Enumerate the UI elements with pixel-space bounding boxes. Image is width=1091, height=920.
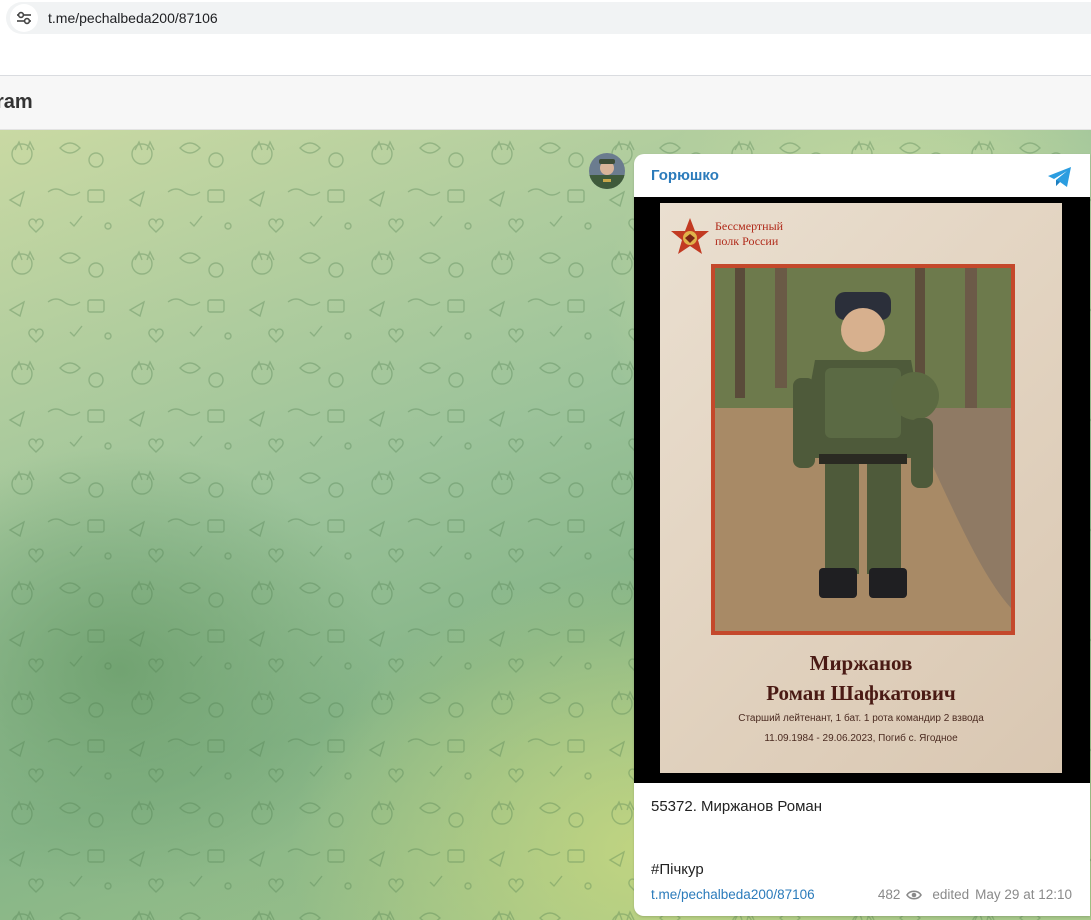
star-badge-icon bbox=[671, 218, 709, 254]
message-bubble: Горюшко Бессмертный полк России Миржанов… bbox=[634, 154, 1090, 916]
poster-surname: Миржанов bbox=[809, 651, 913, 675]
poster-org-name: Бессмертный полк России bbox=[715, 219, 783, 249]
post-hashtag[interactable]: #Пічкур bbox=[651, 861, 704, 878]
portrait-frame bbox=[711, 264, 1015, 635]
avatar-image bbox=[589, 153, 625, 189]
post-permalink[interactable]: t.me/pechalbeda200/87106 bbox=[651, 887, 815, 902]
post-meta: 482 edited May 29 at 12:10 bbox=[878, 887, 1072, 902]
post-photo[interactable]: Бессмертный полк России Миржанов Роман Ш… bbox=[634, 197, 1090, 783]
browser-url-bar: t.me/pechalbeda200/87106 bbox=[0, 0, 1091, 38]
soldier-portrait bbox=[715, 268, 1011, 631]
telegram-logo-icon[interactable] bbox=[1046, 163, 1074, 191]
poster-given-names: Роман Шафкатович bbox=[766, 681, 956, 705]
site-info-button[interactable] bbox=[10, 4, 38, 32]
telegram-header: ram bbox=[0, 76, 1091, 130]
header-title: ram bbox=[0, 91, 33, 113]
poster-org-line2: полк России bbox=[715, 234, 779, 248]
eye-icon bbox=[906, 889, 923, 900]
poster-rank: Старший лейтенант, 1 бат. 1 рота команди… bbox=[738, 713, 984, 724]
author-avatar[interactable] bbox=[589, 153, 625, 189]
url-text[interactable]: t.me/pechalbeda200/87106 bbox=[48, 10, 218, 26]
address-field[interactable]: t.me/pechalbeda200/87106 bbox=[6, 2, 1091, 34]
view-count: 482 bbox=[877, 887, 901, 902]
poster-dates: 11.09.1984 - 29.06.2023, Погиб с. Ягодно… bbox=[764, 733, 958, 744]
edited-label: edited bbox=[932, 887, 970, 902]
author-name[interactable]: Горюшко bbox=[651, 167, 719, 184]
post-date[interactable]: May 29 at 12:10 bbox=[975, 887, 1072, 902]
poster-org-line1: Бессмертный bbox=[715, 219, 784, 233]
post-caption: 55372. Миржанов Роман bbox=[651, 798, 823, 815]
tune-icon bbox=[17, 11, 31, 25]
toolbar-strip bbox=[0, 38, 1091, 76]
memorial-poster: Бессмертный полк России Миржанов Роман Ш… bbox=[660, 203, 1062, 773]
